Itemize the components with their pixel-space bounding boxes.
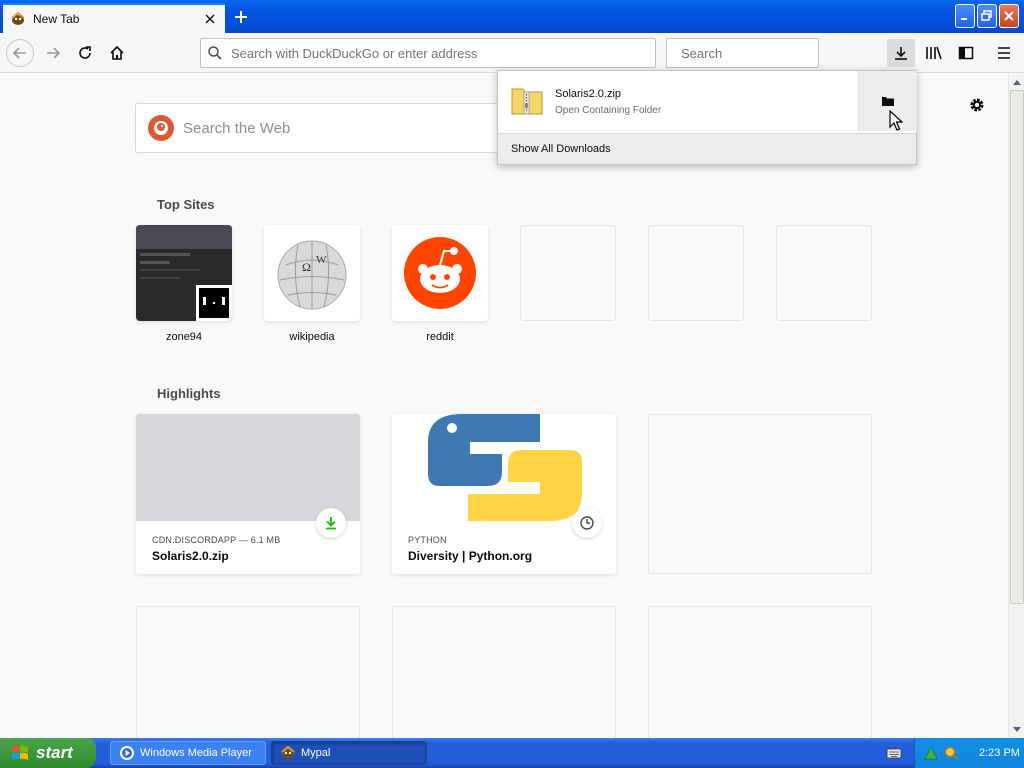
top-site-reddit[interactable] [392,225,488,321]
wikipedia-globe-icon: Ω W [264,225,360,321]
taskbar-item-windows-media-player[interactable]: Windows Media Player [110,741,266,765]
close-window-button[interactable] [999,4,1019,28]
zone94-screenshot [136,225,232,321]
scroll-up-arrow-icon[interactable] [1009,74,1024,90]
mypal-icon [281,745,295,759]
download-filename: Solaris2.0.zip [555,88,622,100]
web-search-box[interactable] [135,103,507,153]
download-icon [895,47,907,60]
windows-taskbar: start Windows Media Player Mypal 2:23 PM [0,738,1024,768]
system-tray: 2:23 PM [914,738,1024,768]
navigation-toolbar [0,33,1024,73]
search-bar[interactable] [666,38,857,68]
title-bar: New Tab [0,0,1024,33]
python-logo-icon [392,414,616,521]
search-input[interactable] [681,45,857,61]
new-tab-page: Top Sites Ω W [0,74,1008,738]
show-all-downloads-button[interactable]: Show All Downloads [498,133,916,164]
home-button[interactable] [103,39,131,67]
arrow-left-icon [12,47,26,59]
keyboard-icon[interactable] [886,745,902,761]
url-input[interactable] [231,45,655,61]
reload-button[interactable] [71,39,99,67]
web-search-input[interactable] [183,119,506,137]
highlight-empty-slot [648,414,872,574]
back-button[interactable] [6,39,34,67]
show-all-downloads-label: Show All Downloads [511,143,611,155]
download-item[interactable]: Solaris2.0.zip Open Containing Folder [498,71,858,131]
duckduckgo-icon [148,115,174,141]
highlight-empty-slot [648,606,872,738]
clock: 2:23 PM [979,747,1020,759]
forward-button[interactable] [39,39,67,67]
top-sites-heading: Top Sites [157,197,215,212]
home-icon [110,45,124,60]
library-button[interactable] [920,39,948,67]
svg-text:Ω: Ω [302,260,311,274]
menu-button[interactable] [990,39,1018,67]
sidebar-button[interactable] [952,39,980,67]
top-site-empty-slot [648,225,744,321]
library-icon [926,46,942,60]
highlight-empty-slot [136,606,360,738]
top-site-label[interactable]: reddit [392,331,488,343]
page-scrollbar[interactable] [1008,74,1024,738]
top-site-wikipedia[interactable]: Ω W [264,225,360,321]
taskbar-item-label: Windows Media Player [140,747,252,759]
card-image-placeholder [136,414,360,521]
scrollbar-thumb[interactable] [1010,90,1024,604]
mypal-icon [11,11,25,25]
sidebar-icon [958,46,974,60]
windows-logo-icon [12,745,28,760]
minimize-button[interactable] [955,4,975,28]
restore-button[interactable] [977,4,997,28]
network-icon[interactable] [923,745,939,761]
downloads-panel: Solaris2.0.zip Open Containing Folder Sh… [497,70,917,165]
highlights-heading: Highlights [157,386,221,401]
download-status: Open Containing Folder [555,105,662,116]
card-context: CDN.DISCORDAPP — 6.1 MB [152,535,281,545]
card-title: Solaris2.0.zip [152,549,229,563]
arrow-right-icon [47,47,61,59]
top-site-empty-slot [776,225,872,321]
search-icon [208,46,222,60]
scroll-down-arrow-icon[interactable] [1009,722,1024,738]
tab-new-tab[interactable]: New Tab [3,3,225,33]
tab-title: New Tab [33,12,80,26]
highlight-card-python[interactable]: PYTHON Diversity | Python.org [392,414,616,574]
download-icon [316,508,346,538]
folder-icon [882,97,894,106]
top-site-zone94[interactable] [136,225,232,321]
svg-text:W: W [316,254,327,266]
highlight-empty-slot [392,606,616,738]
reload-icon [79,46,91,59]
gear-icon[interactable] [966,94,988,116]
zip-folder-icon [511,88,543,115]
top-site-empty-slot [520,225,616,321]
start-label: start [36,743,73,762]
url-bar[interactable] [200,38,656,68]
top-site-label[interactable]: wikipedia [264,331,360,343]
card-context: PYTHON [408,535,447,545]
clock-icon [572,508,602,538]
taskbar-item-label: Mypal [301,747,331,759]
start-button[interactable]: start [0,738,96,768]
close-tab-icon[interactable] [200,9,220,29]
card-title: Diversity | Python.org [408,549,533,563]
top-site-label[interactable]: zone94 [136,331,232,343]
taskbar-item-mypal[interactable]: Mypal [271,741,427,765]
new-tab-button[interactable] [230,6,252,28]
reddit-icon [392,225,488,321]
media-player-icon [120,746,134,760]
open-folder-button[interactable] [858,71,917,131]
highlight-card-solaris[interactable]: CDN.DISCORDAPP — 6.1 MB Solaris2.0.zip [136,414,360,574]
magnifier-icon[interactable] [943,745,959,761]
mouse-cursor-icon [889,110,903,131]
hamburger-icon [998,47,1010,59]
downloads-button[interactable] [887,39,915,67]
